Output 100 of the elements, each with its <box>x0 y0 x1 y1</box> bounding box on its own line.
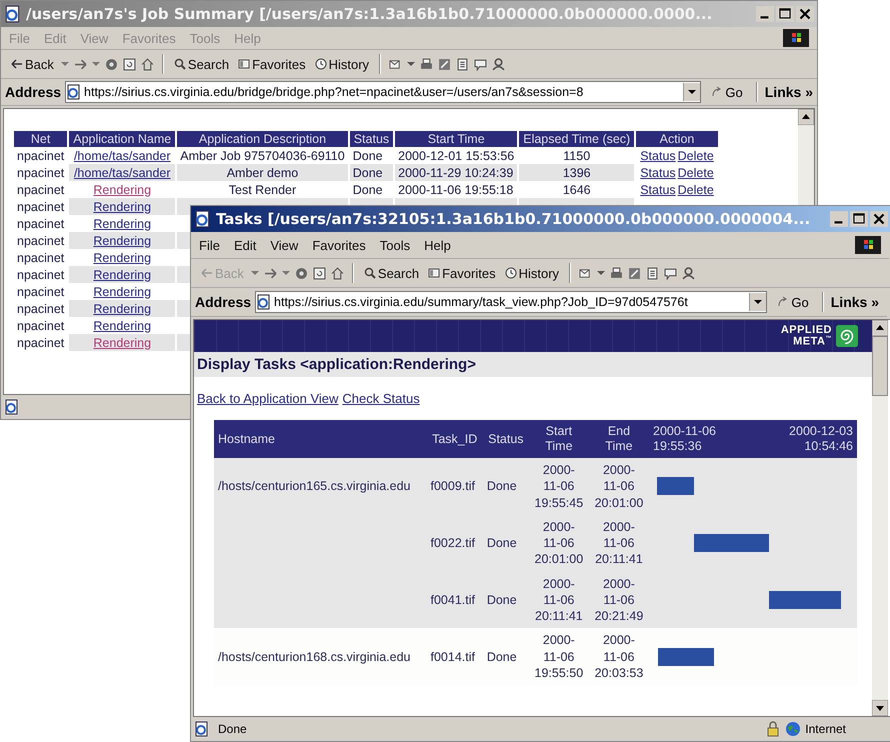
application-link[interactable]: Rendering <box>93 182 152 196</box>
go-arrow-icon <box>777 296 790 308</box>
links-button[interactable]: Links » <box>764 84 813 100</box>
history-button[interactable]: History <box>312 56 372 72</box>
scroll-up-icon[interactable] <box>872 320 888 336</box>
minimize-icon[interactable] <box>756 6 774 22</box>
scroll-down-icon[interactable] <box>872 700 888 716</box>
application-link[interactable]: Rendering <box>93 250 152 264</box>
print-icon[interactable] <box>420 58 434 70</box>
action-link[interactable]: Status <box>640 182 676 196</box>
document-icon[interactable] <box>456 58 470 70</box>
menu-item[interactable]: Help <box>424 238 451 252</box>
action-link[interactable]: Delete <box>678 148 714 162</box>
folder-icon <box>428 267 440 279</box>
person-icon[interactable] <box>492 58 506 70</box>
table-cell-text: npacinet <box>16 284 66 300</box>
table-cell: 2000- 11-06 19:55:45 <box>534 463 584 510</box>
table-cell: 1646 <box>562 182 591 196</box>
stop-icon[interactable] <box>104 58 118 70</box>
action-link[interactable]: Status <box>640 166 676 180</box>
application-link[interactable]: Rendering <box>93 216 152 230</box>
table-cell-text: npacinet <box>16 232 66 249</box>
print-icon[interactable] <box>610 266 624 280</box>
table-cell: 2000- 11-06 20:11:41 <box>595 520 643 566</box>
application-link[interactable]: Rendering <box>93 284 152 298</box>
table-cell-text: npacinet <box>16 198 66 215</box>
scroll-up-icon[interactable] <box>798 109 814 125</box>
caret-icon[interactable] <box>597 270 606 276</box>
speech-bubble-icon[interactable] <box>474 58 488 70</box>
dropdown-caret-icon[interactable] <box>688 89 696 95</box>
table-cell: 2000- 11-06 20:01:00 <box>594 463 644 510</box>
table-cell: f0009.tif <box>430 479 475 494</box>
column-header: Application Description <box>177 131 348 147</box>
search-button[interactable]: Search <box>362 264 422 282</box>
caret-icon[interactable] <box>407 61 416 67</box>
page-icon <box>4 399 20 415</box>
history-button[interactable]: History <box>502 264 562 282</box>
menu-item[interactable]: Edit <box>234 238 256 252</box>
table-cell: Test Render <box>228 182 296 196</box>
refresh-icon[interactable] <box>312 266 326 280</box>
action-link[interactable]: Delete <box>678 182 714 196</box>
table-cell: /hosts/centurion165.cs.virginia.edu <box>218 479 410 494</box>
close-icon[interactable] <box>870 211 888 227</box>
search-button[interactable]: Search <box>172 56 232 72</box>
edit-icon[interactable] <box>438 58 452 70</box>
table-cell: Done <box>486 592 517 607</box>
table-cell: Done <box>352 182 383 196</box>
column-header: Status <box>350 131 394 147</box>
page-link[interactable]: Back to Application View <box>197 391 338 406</box>
minimize-icon[interactable] <box>830 211 848 227</box>
window-title: /users/an7s's Job Summary [/users/an7s:1.3a16b1b0.71000000.0b000000.0000... <box>26 5 714 23</box>
table-cell: f0014.tif <box>430 650 475 664</box>
person-icon[interactable] <box>682 266 696 280</box>
go-button[interactable]: Go <box>705 84 749 100</box>
dropdown-caret-icon[interactable] <box>754 299 762 305</box>
home-icon[interactable] <box>140 58 154 70</box>
column-header: End Time <box>588 420 649 458</box>
forward-arrow-icon[interactable] <box>74 58 87 70</box>
table-cell: /hosts/centurion168.cs.virginia.edu <box>218 650 410 664</box>
application-link[interactable]: Rendering <box>93 318 152 332</box>
table-cell: 1396 <box>562 166 591 180</box>
page-icon <box>4 5 22 23</box>
caret-icon[interactable] <box>282 270 290 276</box>
mail-icon[interactable] <box>579 266 592 280</box>
page-link[interactable]: Check Status <box>342 391 420 406</box>
application-link[interactable]: /home/tas/sander <box>74 148 171 162</box>
speech-bubble-icon[interactable] <box>664 266 678 280</box>
column-header: Application Name <box>69 131 176 147</box>
forward-arrow-icon[interactable] <box>264 266 277 280</box>
favorites-button[interactable]: Favorites <box>426 264 498 282</box>
document-icon[interactable] <box>646 266 660 280</box>
maximize-icon[interactable] <box>776 6 794 22</box>
favorites-button[interactable]: Favorites <box>236 56 308 72</box>
refresh-icon[interactable] <box>122 58 136 70</box>
action-link[interactable]: Delete <box>678 166 714 180</box>
caret-icon[interactable] <box>60 61 69 67</box>
menu-item[interactable]: View <box>270 238 298 252</box>
caret-icon[interactable] <box>92 61 100 67</box>
mail-icon[interactable] <box>389 58 402 70</box>
close-icon[interactable] <box>796 6 814 22</box>
clock-icon <box>504 267 517 279</box>
action-link[interactable]: Status <box>640 148 676 162</box>
table-cell: Done <box>352 148 383 162</box>
menu-item[interactable]: Favorites <box>312 238 366 252</box>
edit-icon[interactable] <box>628 266 642 280</box>
menu-item[interactable]: Tools <box>380 238 410 252</box>
caret-icon[interactable] <box>250 270 259 276</box>
address-field[interactable]: https://sirius.cs.virginia.edu/bridge/bridge.php?net=npacinet&user=/users/an7s&session=8 <box>65 81 702 103</box>
stop-icon[interactable] <box>294 266 308 280</box>
page-icon <box>194 721 210 737</box>
links-button[interactable]: Links » <box>830 294 879 310</box>
go-button[interactable]: Go <box>771 294 815 310</box>
home-icon[interactable] <box>330 266 344 280</box>
address-field[interactable]: https://sirius.cs.virginia.edu/summary/task_view.php?Job_ID=97d0547576t <box>255 291 768 313</box>
maximize-icon[interactable] <box>850 211 868 227</box>
back-button[interactable]: Back <box>9 56 56 72</box>
menu-item[interactable]: File <box>199 238 220 252</box>
search-icon <box>364 267 376 279</box>
table-cell-text: npacinet <box>16 250 66 266</box>
column-header: Task_ID <box>426 420 483 458</box>
